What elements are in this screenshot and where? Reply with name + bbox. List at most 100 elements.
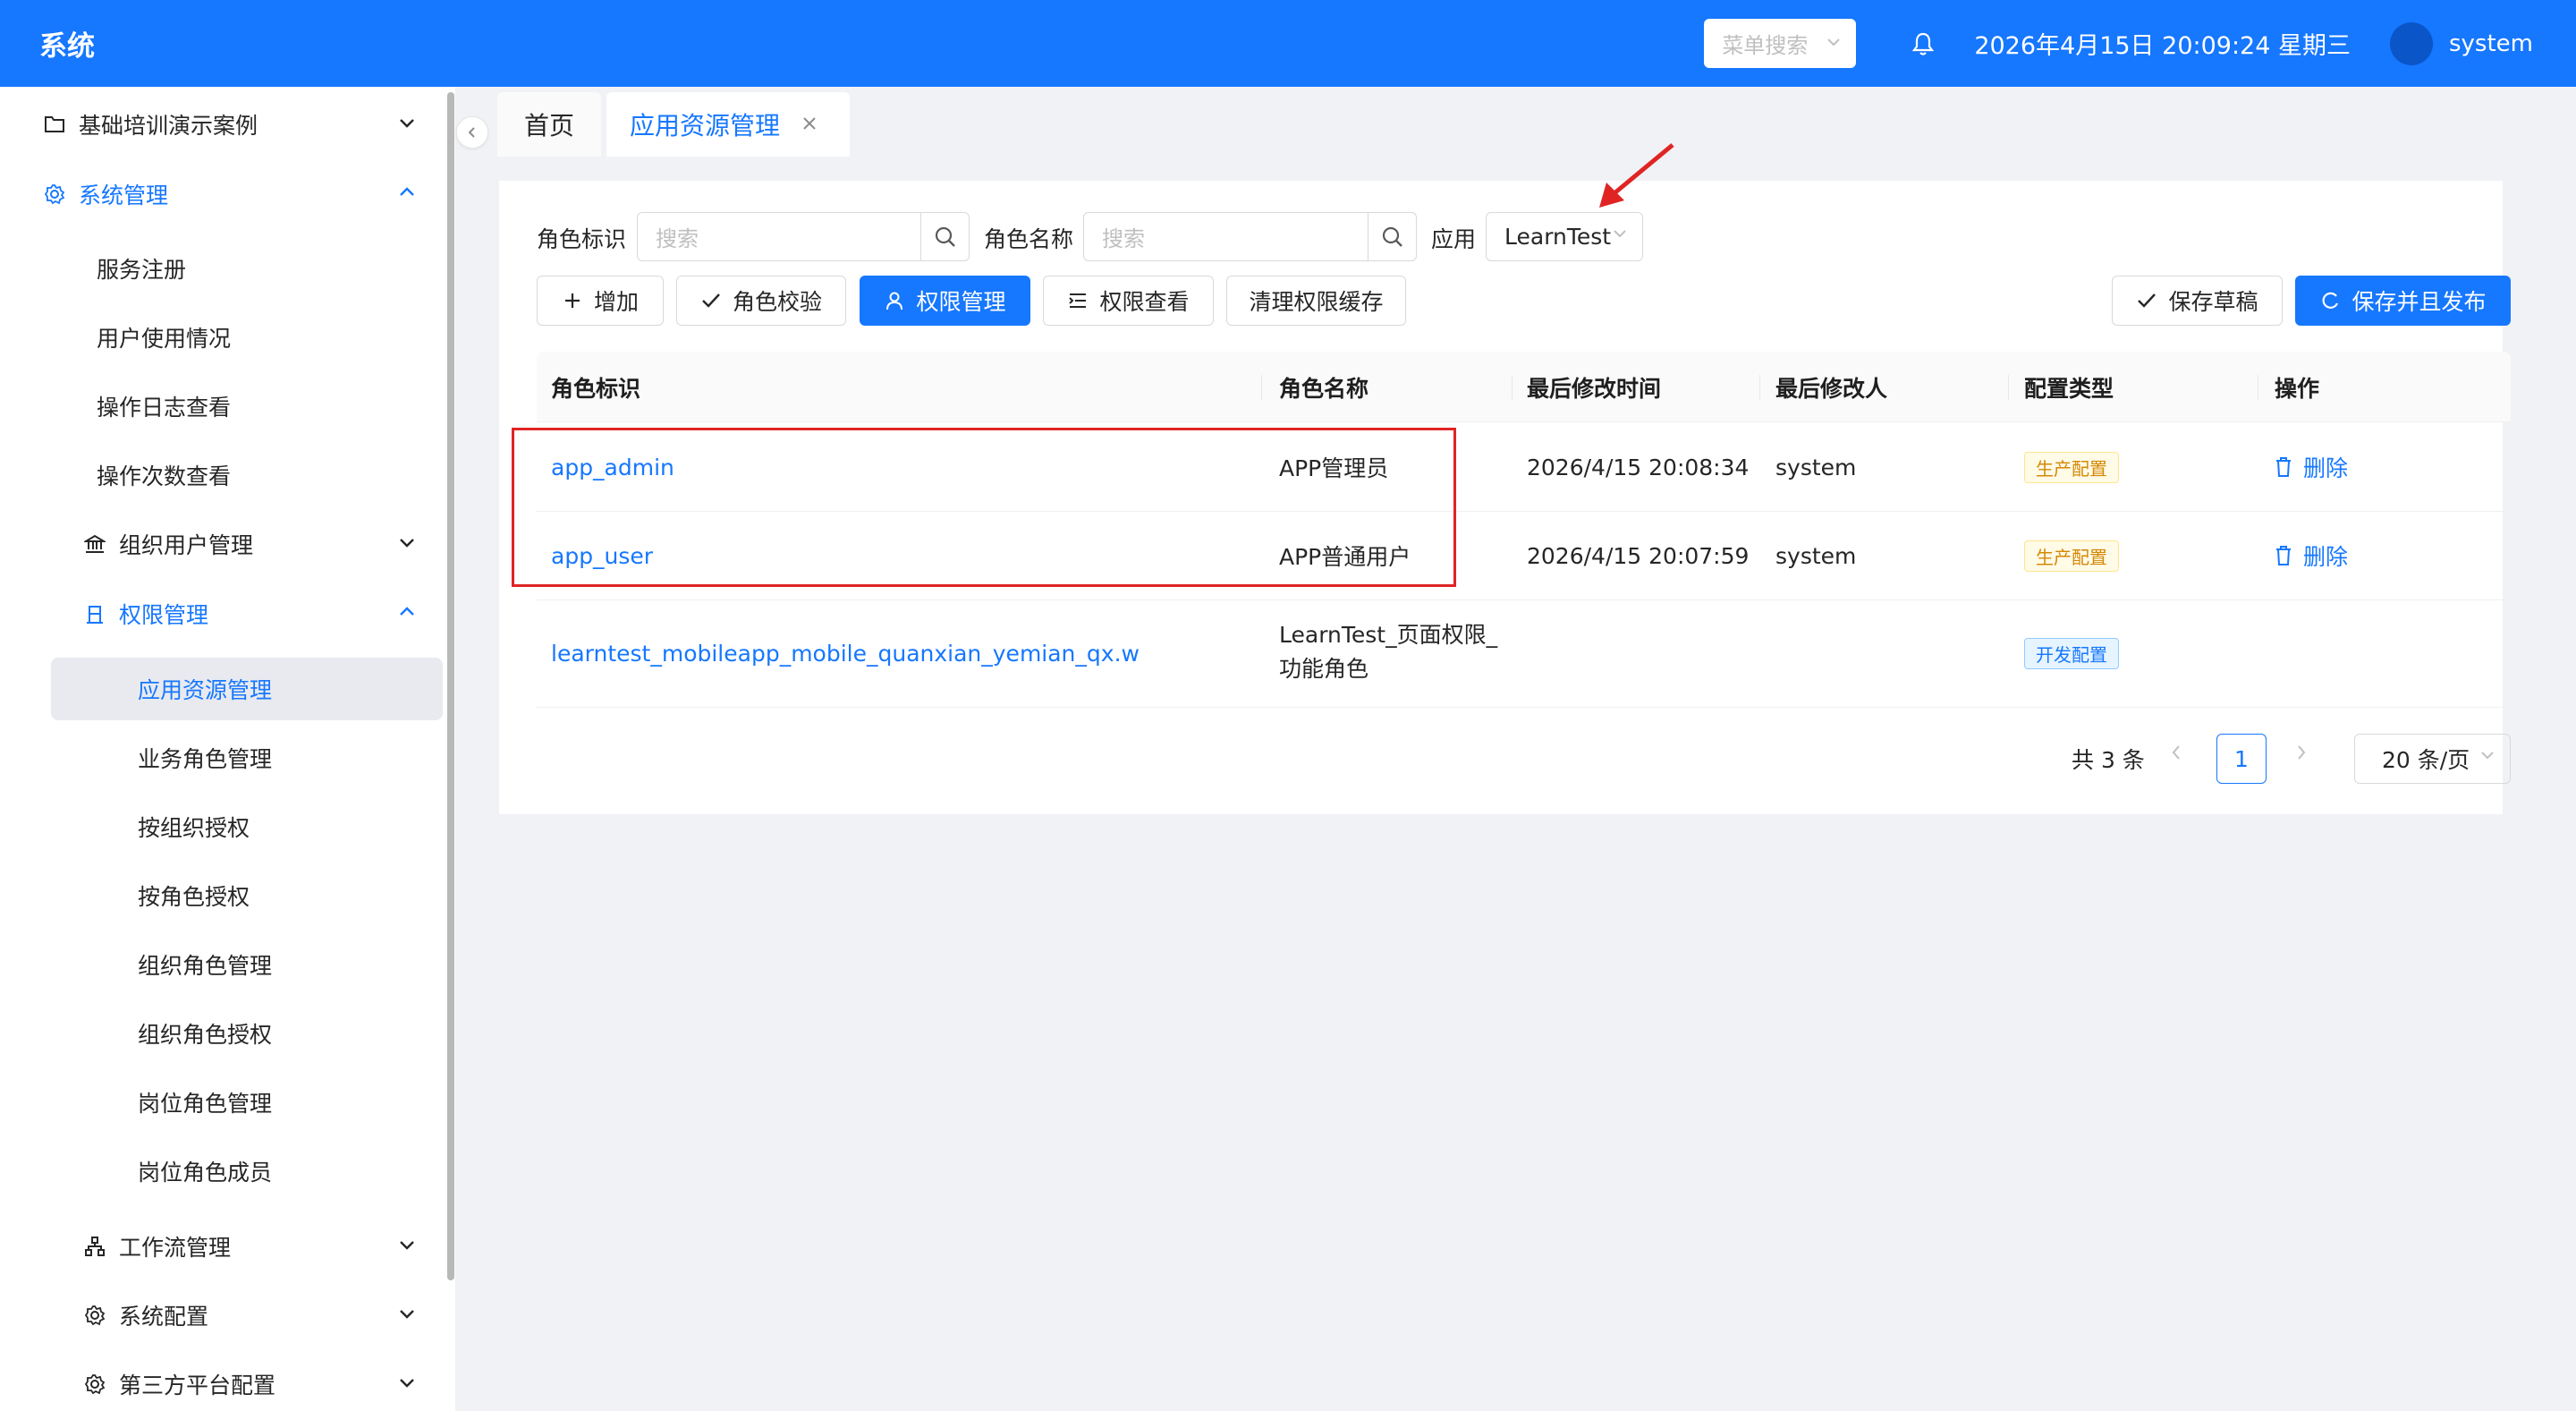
chevron-up-icon	[400, 607, 414, 616]
username[interactable]: system	[2449, 30, 2533, 57]
sidebar-item-auth-by-org[interactable]: 按组织授权	[0, 795, 447, 858]
sidebar-scrollbar[interactable]	[447, 92, 454, 1280]
tab-label: 应用资源管理	[630, 111, 781, 140]
sidebar-item-label: 服务注册	[97, 257, 187, 283]
clear-permission-cache-button[interactable]: 清理权限缓存	[1226, 276, 1406, 326]
column-divider	[1512, 375, 1513, 400]
sidebar-item-label: 操作次数查看	[97, 463, 232, 489]
column-header-actions: 操作	[2275, 375, 2320, 402]
delete-button[interactable]: 删除	[2275, 540, 2348, 572]
add-button[interactable]: 增加	[537, 276, 664, 326]
permission-view-button[interactable]: 权限查看	[1043, 276, 1214, 326]
table-row: learntest_mobileapp_mobile_quanxian_yemi…	[537, 600, 2511, 708]
sidebar-item-training-demo[interactable]: 基础培训演示案例	[0, 93, 447, 156]
close-icon[interactable]	[801, 112, 818, 137]
sidebar-item-third-party-config[interactable]: 第三方平台配置	[0, 1353, 447, 1411]
sidebar-item-org-role-auth[interactable]: 组织角色授权	[0, 1002, 447, 1065]
add-button-label: 增加	[593, 289, 639, 315]
sidebar-item-workflow-management[interactable]: 工作流管理	[0, 1215, 447, 1278]
sidebar-item-system-management[interactable]: 系统管理	[0, 163, 447, 225]
table-header: 角色标识 角色名称 最后修改时间 最后修改人 配置类型 操作	[537, 352, 2511, 422]
plus-icon	[562, 290, 583, 311]
role-id-link[interactable]: app_user	[551, 512, 653, 599]
save-draft-button[interactable]: 保存草稿	[2112, 276, 2283, 326]
trash-icon	[2276, 546, 2291, 565]
chevron-down-icon	[400, 119, 414, 128]
role-name-cell: APP普通用户	[1279, 544, 1411, 570]
tab-home[interactable]: 首页	[497, 92, 601, 157]
save-and-publish-button[interactable]: 保存并且发布	[2295, 276, 2511, 326]
role-id-search-input[interactable]: 搜索	[638, 221, 920, 252]
role-id-label: 角色标识	[537, 226, 627, 252]
sidebar-item-label: 组织用户管理	[119, 532, 254, 558]
permission-management-button[interactable]: 权限管理	[860, 276, 1030, 326]
sidebar-item-label: 岗位角色管理	[138, 1091, 273, 1117]
sidebar-item-auth-by-role[interactable]: 按角色授权	[0, 864, 447, 927]
column-divider	[2008, 375, 2009, 400]
sidebar-item-post-role-members[interactable]: 岗位角色成员	[0, 1140, 447, 1203]
table-row: app_admin APP管理员 2026/4/15 20:08:34 syst…	[537, 423, 2511, 512]
folder-icon	[43, 113, 66, 136]
sidebar-item-user-usage[interactable]: 用户使用情况	[0, 306, 447, 369]
avatar[interactable]	[2390, 21, 2433, 65]
modified-by-cell: system	[1775, 454, 1857, 480]
sidebar-item-label: 操作日志查看	[97, 395, 232, 421]
sidebar-item-permission-management[interactable]: 权限管理	[0, 582, 447, 645]
sidebar-item-operation-log[interactable]: 操作日志查看	[0, 375, 447, 438]
column-header-modified-by[interactable]: 最后修改人	[1775, 352, 1887, 422]
sidebar-collapse-button[interactable]	[456, 116, 488, 149]
prev-page-icon[interactable]	[2170, 743, 2182, 768]
save-and-publish-button-label: 保存并且发布	[2351, 289, 2487, 315]
sidebar-item-label: 用户使用情况	[97, 326, 232, 352]
tab-app-resource-management[interactable]: 应用资源管理	[606, 92, 850, 157]
sidebar-item-post-role-management[interactable]: 岗位角色管理	[0, 1071, 447, 1134]
sidebar-item-service-registry[interactable]: 服务注册	[0, 237, 447, 300]
clear-cache-button-label: 清理权限缓存	[1249, 289, 1384, 315]
chevron-down-icon	[400, 1241, 414, 1250]
bell-icon[interactable]	[1910, 30, 1936, 57]
sidebar-item-org-role-management[interactable]: 组织角色管理	[0, 933, 447, 996]
config-type-badge: 生产配置	[2024, 451, 2119, 483]
config-type-badge: 开发配置	[2024, 638, 2119, 669]
sidebar-item-system-config[interactable]: 系统配置	[0, 1284, 447, 1347]
role-name-search-input[interactable]: 搜索	[1084, 221, 1368, 252]
role-check-button[interactable]: 角色校验	[676, 276, 846, 326]
role-id-link[interactable]: learntest_mobileapp_mobile_quanxian_yemi…	[551, 600, 1140, 707]
pagination-page[interactable]: 1	[2216, 734, 2267, 784]
column-header-config-type[interactable]: 配置类型	[2024, 352, 2114, 422]
chevron-left-icon	[468, 127, 475, 138]
role-id-search[interactable]: 搜索	[637, 212, 970, 261]
sidebar-item-org-user-management[interactable]: 组织用户管理	[0, 513, 447, 575]
search-icon[interactable]	[920, 213, 969, 260]
search-icon[interactable]	[1368, 213, 1416, 260]
pagination-total: 共 3 条	[2072, 747, 2145, 773]
sidebar-item-label: 第三方平台配置	[119, 1373, 276, 1398]
role-id-link[interactable]: app_admin	[551, 423, 674, 511]
app-label: 应用	[1431, 226, 1477, 252]
sidebar-item-app-resource-management[interactable]: 应用资源管理	[51, 658, 443, 720]
modified-by-cell: system	[1775, 542, 1857, 569]
chevron-down-icon	[2479, 747, 2496, 768]
column-header-role-id[interactable]: 角色标识	[551, 352, 640, 422]
gear-icon	[83, 1304, 106, 1327]
column-header-modified-time[interactable]: 最后修改时间	[1527, 352, 1661, 422]
sidebar-item-business-role[interactable]: 业务角色管理	[0, 727, 447, 789]
delete-button[interactable]: 删除	[2275, 451, 2348, 483]
app-select[interactable]: LearnTest	[1486, 212, 1643, 261]
role-name-cell: LearnTest_页面权限_功能角色	[1279, 622, 1498, 682]
menu-search-select[interactable]: 菜单搜索	[1704, 19, 1857, 68]
page-size-select[interactable]: 20 条/页	[2354, 734, 2511, 784]
role-name-search[interactable]: 搜索	[1083, 212, 1417, 261]
delete-label: 删除	[2303, 455, 2349, 481]
app-title: 系统	[39, 30, 95, 63]
check-icon	[2136, 290, 2157, 311]
bank-icon	[83, 532, 106, 556]
column-header-role-name[interactable]: 角色名称	[1279, 352, 1368, 422]
user-icon	[884, 290, 905, 311]
datetime-display: 2026年4月15日 20:09:24 星期三	[1974, 32, 2351, 60]
sidebar-item-operation-count[interactable]: 操作次数查看	[0, 444, 447, 506]
chevron-down-icon	[1612, 225, 1628, 246]
next-page-icon[interactable]	[2295, 743, 2308, 768]
permission-view-button-label: 权限查看	[1099, 289, 1190, 315]
sync-icon	[2319, 290, 2341, 311]
